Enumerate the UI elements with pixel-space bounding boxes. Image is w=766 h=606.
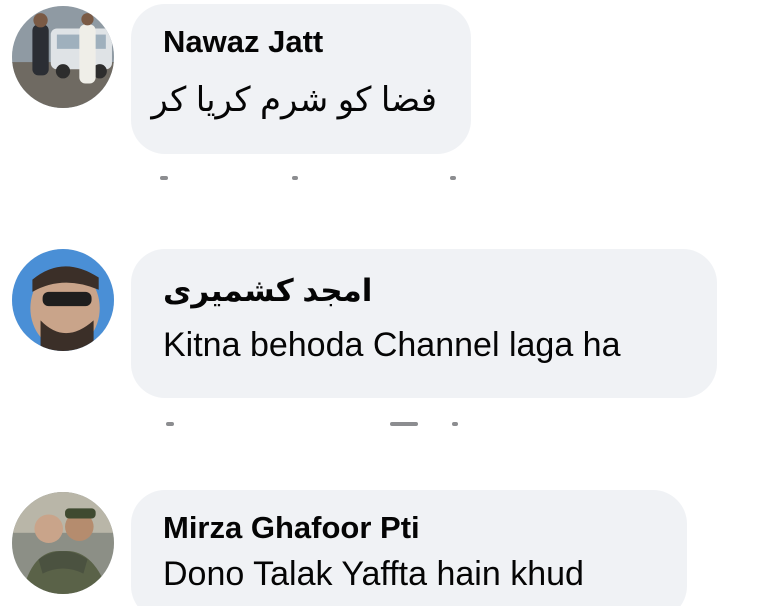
comment-author[interactable]: Mirza Ghafoor Pti	[163, 508, 653, 548]
comment-text: Kitna behoda Channel laga ha	[163, 326, 621, 364]
comment-bubble: Mirza Ghafoor Pti Dono Talak Yaffta hain…	[131, 490, 687, 606]
avatar-photo-icon	[12, 6, 114, 108]
comment-author[interactable]: Nawaz Jatt	[163, 22, 437, 62]
avatar[interactable]	[12, 6, 114, 108]
comment-bubble: امجد کشمیری Kitna behoda Channel laga ha	[131, 249, 717, 398]
avatar-photo-icon	[12, 249, 114, 351]
avatar[interactable]	[12, 492, 114, 594]
comment-actions-row	[160, 422, 480, 436]
comment-text: فضا کو شرم کریا کر	[151, 81, 437, 119]
comment-author[interactable]: امجد کشمیری	[163, 271, 683, 311]
avatar-photo-icon	[12, 492, 114, 594]
avatar[interactable]	[12, 249, 114, 351]
comment-actions-row	[160, 176, 480, 190]
comment-text: Dono Talak Yaffta hain khud	[163, 555, 584, 593]
comment-bubble: Nawaz Jatt فضا کو شرم کریا کر	[131, 4, 471, 154]
comments-section: Nawaz Jatt فضا کو شرم کریا کر امجد کشمیر…	[0, 0, 766, 606]
